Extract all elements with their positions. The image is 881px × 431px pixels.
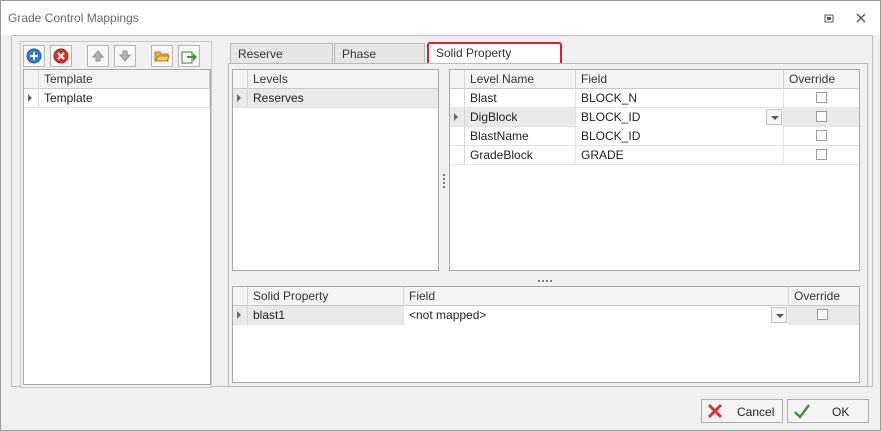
delete-template-button[interactable] — [50, 45, 72, 67]
ok-label: OK — [832, 405, 850, 419]
cancel-button[interactable]: Cancel — [701, 399, 783, 423]
table-row[interactable]: DigBlock BLOCK_ID — [450, 108, 859, 127]
table-row[interactable]: GradeBlock GRADE — [450, 146, 859, 165]
field-cell[interactable]: BLOCK_ID — [576, 108, 784, 127]
tab-phase-mappings[interactable]: Phase Mappings — [334, 43, 425, 82]
override-checkbox[interactable] — [816, 92, 827, 103]
row-indicator-icon — [454, 113, 458, 121]
restore-button[interactable] — [817, 7, 841, 29]
title-bar: Grade Control Mappings — [1, 1, 880, 35]
open-folder-icon — [154, 51, 170, 62]
export-button[interactable] — [178, 45, 200, 67]
field-cell[interactable]: <not mapped> — [404, 306, 789, 325]
level-name-cell[interactable]: BlastName — [465, 127, 576, 146]
close-button[interactable] — [849, 7, 873, 29]
table-row[interactable]: Reserves — [233, 89, 438, 108]
row-indicator-icon — [237, 94, 241, 102]
level-name-cell[interactable]: GradeBlock — [465, 146, 576, 165]
solid-property-cell[interactable]: blast1 — [248, 306, 404, 325]
template-column-header[interactable]: Template — [39, 70, 210, 89]
template-grid-header: Template — [24, 70, 210, 89]
move-down-button[interactable] — [114, 45, 136, 67]
field-column-header[interactable]: Field — [576, 70, 784, 89]
export-icon — [181, 51, 197, 64]
vertical-splitter[interactable] — [443, 174, 445, 190]
field-column-header[interactable]: Field — [404, 287, 789, 306]
table-row[interactable]: Template — [24, 89, 210, 108]
field-cell[interactable]: BLOCK_ID — [576, 127, 784, 146]
override-checkbox[interactable] — [817, 309, 828, 320]
level-cell[interactable]: Reserves — [248, 89, 438, 108]
move-down-icon — [118, 50, 132, 62]
override-checkbox[interactable] — [816, 149, 827, 160]
solid-property-column-header[interactable]: Solid Property — [248, 287, 404, 306]
ok-button[interactable]: OK — [787, 399, 869, 423]
levels-grid: Levels Reserves — [232, 69, 439, 271]
window-title: Grade Control Mappings — [8, 11, 139, 25]
field-dropdown-button[interactable] — [771, 307, 787, 323]
checkmark-icon — [794, 404, 810, 419]
add-icon — [26, 48, 42, 64]
override-column-header[interactable]: Override — [789, 287, 859, 306]
override-checkbox[interactable] — [816, 111, 827, 122]
levels-column-header[interactable]: Levels — [248, 70, 438, 89]
main-panel: Template Template Reserve Mappings Phase… — [11, 35, 873, 388]
override-checkbox[interactable] — [816, 130, 827, 141]
solid-property-mappings-page: Levels Reserves Level Name Field Overrid… — [228, 63, 868, 387]
level-name-cell[interactable]: Blast — [465, 89, 576, 108]
delete-icon — [53, 48, 69, 64]
horizontal-splitter[interactable] — [538, 278, 554, 282]
template-cell[interactable]: Template — [39, 89, 210, 108]
table-row[interactable]: BlastName BLOCK_ID — [450, 127, 859, 146]
template-toolbar — [23, 44, 209, 68]
level-name-column-header[interactable]: Level Name — [465, 70, 576, 89]
cancel-icon — [707, 403, 723, 419]
field-cell[interactable]: BLOCK_N — [576, 89, 784, 108]
field-cell[interactable]: GRADE — [576, 146, 784, 165]
table-row[interactable]: blast1 <not mapped> — [233, 306, 859, 325]
move-up-icon — [91, 50, 105, 62]
cancel-label: Cancel — [737, 405, 775, 419]
tab-reserve-mappings[interactable]: Reserve Mappings — [230, 43, 333, 82]
field-dropdown-button[interactable] — [766, 109, 782, 125]
level-fields-grid: Level Name Field Override Blast BLOCK_N … — [449, 69, 860, 271]
open-button[interactable] — [151, 45, 173, 67]
move-up-button[interactable] — [87, 45, 109, 67]
add-template-button[interactable] — [23, 45, 45, 67]
row-indicator-icon — [237, 311, 241, 319]
dialog-window: Grade Control Mappings Template Template… — [0, 0, 881, 431]
close-icon — [856, 13, 866, 23]
template-grid: Template Template — [23, 69, 211, 385]
template-panel: Template Template — [20, 41, 212, 388]
row-indicator-icon — [28, 94, 32, 102]
mappings-tabs: Reserve Mappings Phase Mappings Solid Pr… — [228, 41, 868, 387]
table-row[interactable]: Blast BLOCK_N — [450, 89, 859, 108]
level-name-cell[interactable]: DigBlock — [465, 108, 576, 127]
solid-property-grid: Solid Property Field Override blast1 <no… — [232, 286, 860, 383]
override-column-header[interactable]: Override — [784, 70, 859, 89]
restore-icon — [824, 14, 833, 22]
